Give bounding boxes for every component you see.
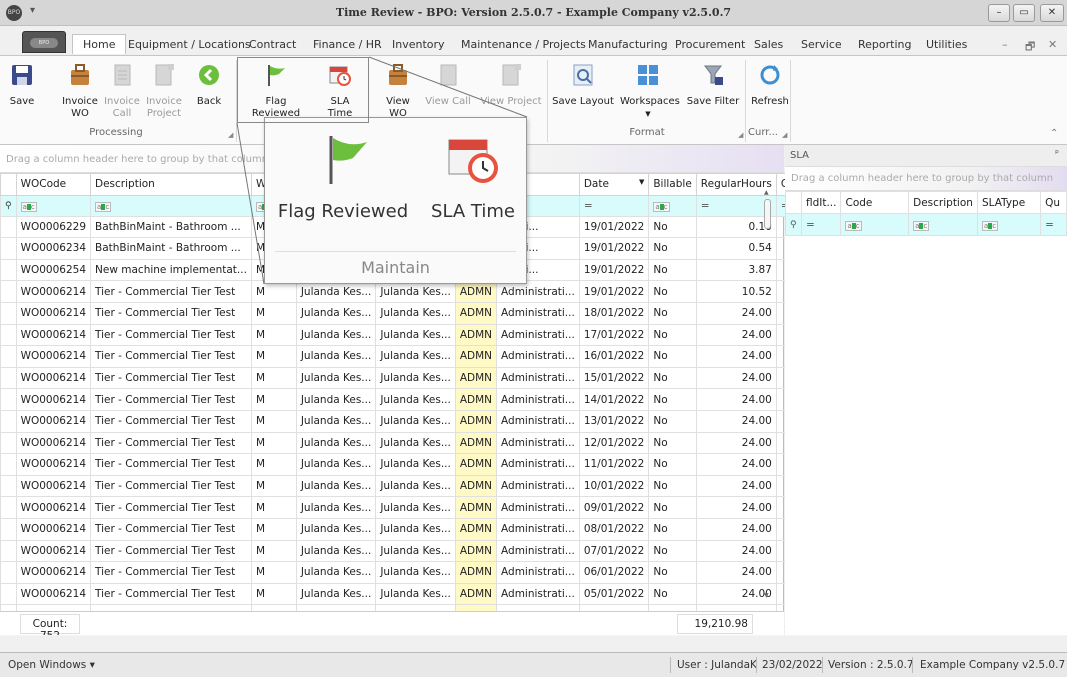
ribbon-zoom-callout: Flag Reviewed SLA Time Maintain — [264, 117, 527, 284]
green-flag-icon — [329, 136, 367, 184]
lens-flag-reviewed-button[interactable]: Flag Reviewed — [273, 130, 413, 222]
application-window: BPO ▾ Time Review - BPO: Version 2.5.0.7… — [0, 0, 1067, 677]
lens-separator — [275, 251, 516, 252]
lens-group-label-maintain: Maintain — [361, 258, 430, 277]
zoom-focus-box — [237, 57, 369, 123]
zoom-connector-lines — [236, 56, 528, 285]
lens-sla-time-button[interactable]: SLA Time — [425, 130, 521, 222]
calendar-clock-icon — [448, 139, 498, 183]
